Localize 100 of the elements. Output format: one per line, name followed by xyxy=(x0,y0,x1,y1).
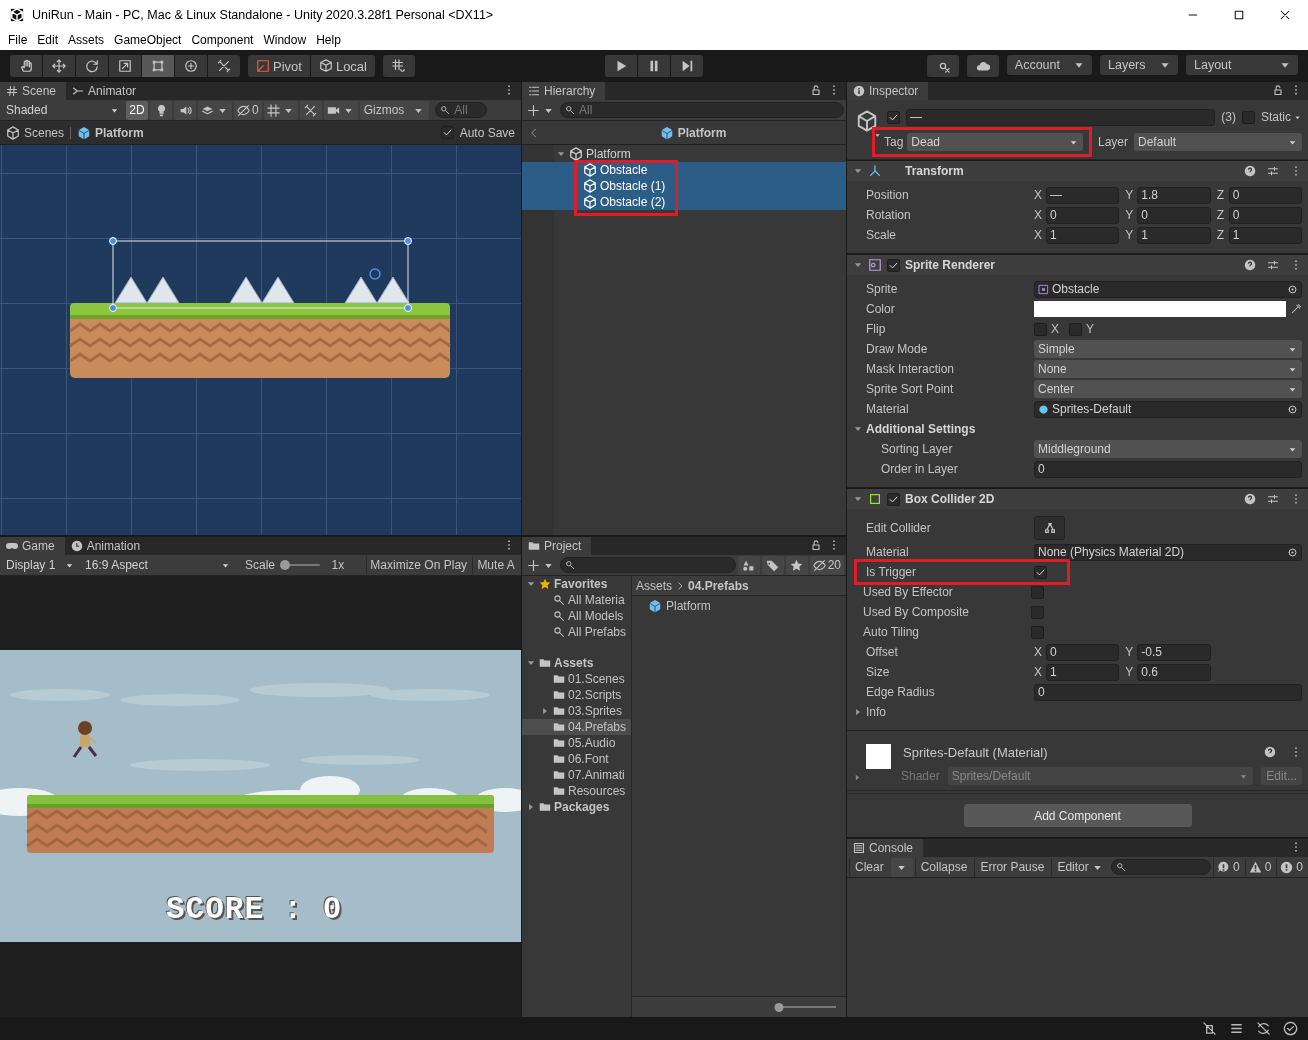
number-field[interactable]: 0 xyxy=(1034,683,1302,701)
component-enabled-checkbox[interactable] xyxy=(887,258,900,272)
component-header[interactable]: Transform xyxy=(847,160,1308,181)
clear-button[interactable]: Clear xyxy=(849,857,889,877)
scenes-breadcrumb[interactable]: Scenes xyxy=(6,125,65,140)
number-field[interactable]: — xyxy=(1046,186,1120,204)
property-checkbox[interactable] xyxy=(1034,565,1047,579)
effects-dropdown[interactable] xyxy=(198,100,232,120)
name-field[interactable]: — xyxy=(906,108,1216,126)
object-field[interactable]: Sprites-Default xyxy=(1034,400,1302,418)
number-field[interactable]: 1 xyxy=(1137,226,1211,244)
project-tree-item[interactable]: All Materia xyxy=(522,592,631,608)
component-header[interactable]: Sprite Renderer xyxy=(847,254,1308,275)
account-dropdown[interactable]: Account xyxy=(1006,55,1092,75)
add-component-button[interactable]: Add Component xyxy=(963,804,1192,827)
grid-snap-button[interactable] xyxy=(383,55,415,77)
dropdown[interactable]: Simple xyxy=(1034,340,1302,358)
hidden-packages-toggle[interactable]: 20 xyxy=(809,555,844,575)
prefab-breadcrumb[interactable]: Platform xyxy=(659,125,727,140)
layers-dropdown[interactable]: Layers xyxy=(1100,55,1178,75)
foldout-label[interactable]: Additional Settings xyxy=(866,422,976,436)
number-field[interactable]: 1 xyxy=(1046,663,1120,681)
layout-dropdown[interactable]: Layout xyxy=(1186,55,1298,75)
error-count-toggle[interactable]: 0 xyxy=(1276,857,1306,877)
custom-tool-button[interactable] xyxy=(208,55,240,77)
foldout-label[interactable]: Info xyxy=(866,705,886,719)
favorite-button[interactable] xyxy=(785,555,808,575)
pivot-button[interactable]: Pivot xyxy=(248,55,310,77)
project-tree-item[interactable]: 07.Animati xyxy=(522,767,631,783)
edit-collider-button[interactable] xyxy=(1034,515,1065,540)
label-filter-button[interactable] xyxy=(761,555,784,575)
project-tree-item[interactable]: Resources xyxy=(522,783,631,799)
menu-item[interactable]: Help xyxy=(311,30,346,50)
grid-dropdown[interactable] xyxy=(263,100,298,120)
property-checkbox[interactable] xyxy=(1031,625,1044,639)
menu-item[interactable]: Edit xyxy=(32,30,64,50)
project-tree-item[interactable]: Assets xyxy=(522,655,631,671)
error-pause-toggle[interactable]: Error Pause xyxy=(974,857,1050,877)
maximize-on-play-toggle[interactable]: Maximize On Play xyxy=(366,555,471,575)
flip-checkbox[interactable] xyxy=(1034,322,1047,336)
hierarchy-item[interactable]: Obstacle (1) xyxy=(522,178,846,194)
asset-item[interactable]: Platform xyxy=(632,596,846,616)
panel-tab[interactable]: Scene xyxy=(0,82,67,100)
project-tree-item[interactable]: 02.Scripts xyxy=(522,687,631,703)
tools-toggle[interactable] xyxy=(299,100,322,120)
menu-item[interactable]: Assets xyxy=(63,30,110,50)
step-button[interactable] xyxy=(671,55,703,77)
dropdown[interactable]: Middleground xyxy=(1034,440,1302,458)
static-checkbox[interactable] xyxy=(1242,110,1255,124)
number-field[interactable]: 0 xyxy=(1046,643,1120,661)
hierarchy-item[interactable]: Platform xyxy=(522,146,846,162)
number-field[interactable]: 1 xyxy=(1046,226,1120,244)
gizmos-dropdown[interactable]: Gizmos xyxy=(359,100,430,120)
lighting-toggle[interactable] xyxy=(150,100,172,120)
search-field[interactable]: All xyxy=(435,102,488,118)
panel-tab[interactable]: Hierarchy xyxy=(522,82,606,100)
aspect-dropdown[interactable]: 16:9 Aspect xyxy=(81,556,235,574)
search-field[interactable]: All xyxy=(560,102,844,118)
menu-item[interactable]: GameObject xyxy=(109,30,187,50)
component-enabled-checkbox[interactable] xyxy=(887,492,900,506)
warning-count-toggle[interactable]: 0 xyxy=(1244,857,1275,877)
panel-tab[interactable]: Animator xyxy=(66,82,147,100)
panel-tab[interactable]: Game xyxy=(0,537,65,555)
rotate-tool-button[interactable] xyxy=(76,55,108,77)
color-field[interactable] xyxy=(1034,300,1302,318)
panel-tab[interactable]: Project xyxy=(522,537,592,555)
editor-dropdown[interactable]: Editor xyxy=(1051,857,1109,877)
menu-item[interactable]: Window xyxy=(258,30,312,50)
camera-dropdown[interactable] xyxy=(323,100,358,120)
hierarchy-item[interactable]: Obstacle (2) xyxy=(522,194,846,210)
number-field[interactable]: 0 xyxy=(1137,206,1211,224)
move-tool-button[interactable] xyxy=(43,55,75,77)
panel-tab[interactable]: Inspector xyxy=(847,82,929,100)
number-field[interactable]: 0 xyxy=(1034,460,1302,478)
flip-checkbox[interactable] xyxy=(1069,322,1082,336)
component-header[interactable]: Box Collider 2D xyxy=(847,488,1308,509)
project-tree-item[interactable]: 01.Scenes xyxy=(522,671,631,687)
prefab-breadcrumb[interactable]: Platform xyxy=(77,125,144,140)
dropdown[interactable]: None xyxy=(1034,360,1302,378)
pause-button[interactable] xyxy=(638,55,670,77)
type-filter-button[interactable] xyxy=(737,555,760,575)
transform-tool-button[interactable] xyxy=(175,55,207,77)
project-tree-item[interactable]: Favorites xyxy=(522,576,631,592)
project-tree-item[interactable]: 04.Prefabs xyxy=(522,719,631,735)
dropdown[interactable]: Center xyxy=(1034,380,1302,398)
cloud-button[interactable] xyxy=(966,55,999,77)
project-tree-item[interactable]: Packages xyxy=(522,799,631,815)
path-segment[interactable]: 04.Prefabs xyxy=(688,578,749,593)
hidden-objects-toggle[interactable]: 0 xyxy=(234,100,262,120)
local-button[interactable]: Local xyxy=(310,55,375,77)
project-tree-item[interactable]: 06.Font xyxy=(522,751,631,767)
number-field[interactable]: 0.6 xyxy=(1137,663,1211,681)
rect-tool-button[interactable] xyxy=(142,55,174,77)
number-field[interactable]: 0 xyxy=(1228,206,1302,224)
scale-tool-button[interactable] xyxy=(109,55,141,77)
menu-item[interactable]: File xyxy=(3,30,33,50)
collapse-toggle[interactable]: Collapse xyxy=(914,857,973,877)
panel-tab[interactable]: Console xyxy=(847,839,924,857)
auto-save-checkbox[interactable] xyxy=(440,126,454,139)
display-dropdown[interactable]: Display 1 xyxy=(2,556,80,574)
